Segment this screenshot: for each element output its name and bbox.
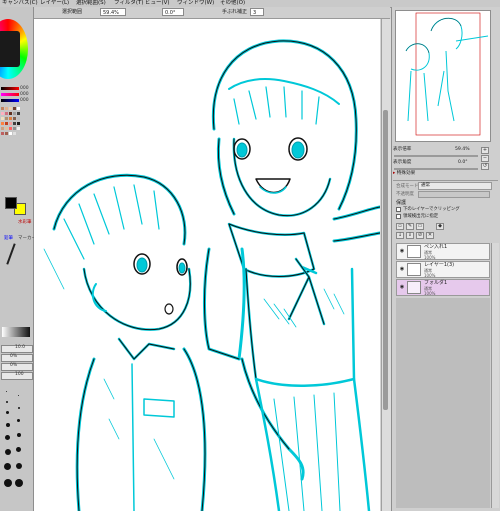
swatch-palette[interactable]	[1, 107, 31, 177]
nav-angle-value: 0.0°	[458, 160, 468, 165]
blend-mode-label: 合成モード	[396, 184, 419, 189]
expand-arrow-icon: ▸	[393, 171, 396, 176]
brush-size-value: 10.0	[15, 345, 26, 350]
zoom-field[interactable]: 59.4%	[100, 8, 126, 16]
menu-selection[interactable]: 選択範囲(S)	[76, 0, 106, 7]
green-value: 000	[20, 92, 29, 97]
clear-layer-icon[interactable]: ⊘	[416, 232, 424, 239]
rotate-reset-icon[interactable]: ↺	[481, 163, 489, 170]
rotation-field[interactable]: 0.0°	[162, 8, 184, 16]
layer-list-empty-area	[396, 298, 490, 508]
new-linework-layer-icon[interactable]: ✎	[406, 223, 414, 230]
layer-opacity: 100%	[424, 291, 436, 296]
canvas-toolbar: 選択範囲 59.4% 0.0° 手ぶれ補正 3	[34, 7, 390, 19]
nav-zoom-row: 表示倍率	[393, 146, 411, 154]
brush-density-value: 0%	[10, 363, 18, 368]
nav-angle-label: 表示角度	[393, 160, 412, 165]
pen-tool-icon[interactable]	[6, 243, 16, 265]
opacity-label: 不透明度	[396, 192, 414, 197]
brush-opacity-value: 100	[15, 372, 24, 377]
nav-zoom-value: 59.4%	[455, 147, 470, 152]
navigator-preview[interactable]	[395, 10, 491, 142]
color-wheel-center	[0, 31, 20, 67]
visibility-eye-icon[interactable]: ◉	[399, 248, 405, 254]
pen-tool-label[interactable]: 鉛筆	[4, 235, 13, 241]
red-slider[interactable]	[1, 87, 19, 90]
panel-divider	[393, 180, 498, 181]
stabilizer-label: 手ぶれ補正	[222, 9, 248, 15]
menu-other[interactable]: その他(O)	[220, 0, 245, 7]
delete-layer-icon[interactable]: ✕	[426, 232, 434, 239]
layer-opacity: 100%	[424, 273, 436, 278]
layer-list-scrollbar[interactable]	[491, 243, 499, 508]
fill-icon[interactable]: ◆	[436, 223, 444, 230]
selection-label: 選択範囲	[62, 9, 83, 15]
layer-thumbnail	[407, 263, 421, 276]
left-tool-panel: 000 000 000 水彩筆 鉛筆 マーカー 10.0 0% 0% 100	[0, 7, 36, 511]
nav-angle-row: 表示角度	[393, 159, 411, 167]
canvas-scroll-thumb[interactable]	[383, 110, 388, 410]
layer-opacity: 100%	[424, 255, 436, 260]
layer-folder-selected[interactable]: ◉ フォルダ1 通常 100%	[396, 279, 490, 296]
new-folder-icon[interactable]: ▭	[416, 223, 424, 230]
menu-window[interactable]: ウィンドウ(W)	[177, 0, 214, 7]
merge-down-icon[interactable]: ⇓	[406, 232, 414, 239]
blue-value: 000	[20, 98, 29, 103]
menu-canvas[interactable]: キャンバス(C)	[2, 0, 38, 7]
brush-size-presets[interactable]	[1, 387, 31, 507]
navigator-thumbnail	[405, 12, 489, 136]
red-value: 000	[20, 86, 29, 91]
menu-filter[interactable]: フィルタ(T)	[114, 0, 144, 7]
drawing-canvas[interactable]	[34, 19, 380, 511]
zoom-out-icon[interactable]: −	[481, 155, 489, 162]
layer-item[interactable]: ◉ レイヤー1(3) 通常 100%	[396, 261, 490, 278]
brush-min-size-value: 0%	[10, 354, 18, 359]
visibility-eye-icon[interactable]: ◉	[399, 284, 405, 290]
blend-mode-select[interactable]: 通常	[418, 182, 492, 190]
layer-item[interactable]: ◉ ペン入れ1 通常 100%	[396, 243, 490, 260]
visibility-eye-icon[interactable]: ◉	[399, 266, 405, 272]
nav-effects-label: 特殊効果	[396, 171, 416, 176]
menu-layer[interactable]: レイヤー(L)	[40, 0, 69, 7]
line-art-drawing	[43, 39, 380, 511]
green-slider[interactable]	[1, 93, 19, 96]
layer-thumbnail	[407, 245, 421, 258]
source-checkbox[interactable]	[396, 214, 401, 219]
clip-label: 下のレイヤーでクリッピング	[403, 207, 460, 212]
brush-tool-label[interactable]: 水彩筆	[18, 219, 32, 225]
nav-effects-row[interactable]: ▸ 特殊効果	[393, 170, 415, 178]
transfer-down-icon[interactable]: ↓	[396, 232, 404, 239]
stabilizer-field[interactable]: 3	[250, 8, 264, 16]
folder-icon	[407, 281, 421, 294]
menu-view[interactable]: ビュー(V)	[145, 0, 170, 7]
opacity-slider[interactable]	[418, 191, 490, 198]
brush-stroke-preview	[2, 327, 30, 337]
source-label: 領域検出元に指定	[403, 214, 439, 219]
nav-zoom-label: 表示倍率	[393, 147, 412, 152]
protect-label: 保護	[396, 200, 407, 206]
clip-checkbox[interactable]	[396, 207, 401, 212]
foreground-color-swatch[interactable]	[5, 197, 17, 209]
new-layer-icon[interactable]: ▫	[396, 223, 404, 230]
zoom-slider[interactable]	[394, 155, 478, 157]
blue-slider[interactable]	[1, 99, 19, 102]
zoom-in-icon[interactable]: +	[481, 147, 489, 154]
